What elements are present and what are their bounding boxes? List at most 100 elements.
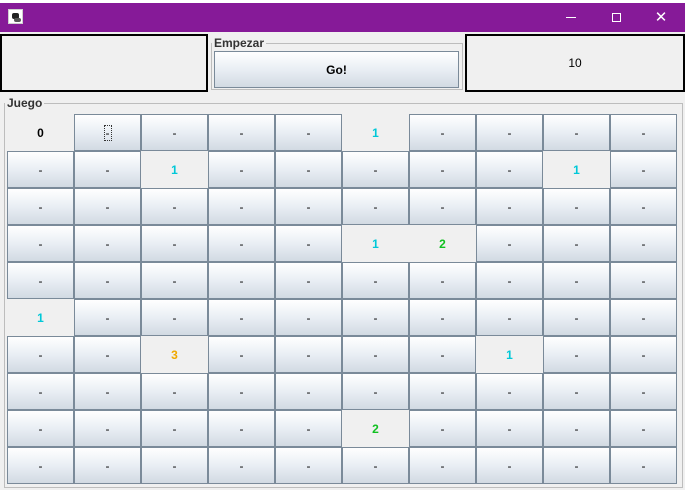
cell-button[interactable]: - [141,114,208,151]
cell-button[interactable]: - [543,447,610,484]
cell-button[interactable]: - [409,262,476,299]
cell-button[interactable]: - [275,225,342,262]
cell-button[interactable]: - [275,373,342,410]
cell-button[interactable]: - [7,188,74,225]
cell-button[interactable]: - [74,188,141,225]
cell-button[interactable]: - [208,336,275,373]
cell-button[interactable]: - [476,225,543,262]
cell-button[interactable]: - [74,373,141,410]
cell-button[interactable]: - [7,262,74,299]
cell-button[interactable]: - [275,299,342,336]
cell-button[interactable]: - [342,262,409,299]
cell-button[interactable]: - [141,225,208,262]
minimize-button[interactable] [548,3,594,32]
revealed-cell: 1 [7,299,74,336]
cell-button[interactable]: - [409,373,476,410]
cell-button[interactable]: - [342,336,409,373]
cell-button[interactable]: - [543,410,610,447]
cell-button[interactable]: - [7,447,74,484]
cell-button[interactable]: - [342,373,409,410]
cell-label: - [641,347,646,362]
cell-button[interactable]: - [543,373,610,410]
cell-button[interactable]: - [476,410,543,447]
cell-button[interactable]: - [543,114,610,151]
go-button[interactable]: Go! [214,51,459,88]
maximize-button[interactable] [593,3,639,32]
cell-button[interactable]: - [342,299,409,336]
cell-button[interactable]: - [7,373,74,410]
cell-button[interactable]: - [275,114,342,151]
cell-button[interactable]: - [610,225,677,262]
cell-button[interactable]: - [409,188,476,225]
cell-button[interactable]: - [208,262,275,299]
cell-button[interactable]: - [275,336,342,373]
cell-button[interactable]: - [543,225,610,262]
cell-button[interactable]: - [409,410,476,447]
cell-button[interactable]: - [610,262,677,299]
cell-button[interactable]: - [7,225,74,262]
cell-button[interactable]: - [7,336,74,373]
cell-button[interactable]: - [275,410,342,447]
cell-button[interactable]: - [476,262,543,299]
cell-button[interactable]: - [610,447,677,484]
cell-button[interactable]: - [610,188,677,225]
cell-button[interactable]: - [141,188,208,225]
cell-button[interactable]: - [610,410,677,447]
cell-button[interactable]: - [208,114,275,151]
cell-button[interactable]: - [275,151,342,188]
cell-button[interactable]: - [543,299,610,336]
cell-button[interactable]: - [141,373,208,410]
cell-label: - [306,347,311,362]
cell-button[interactable]: - [610,336,677,373]
cell-button[interactable]: - [208,151,275,188]
cell-button[interactable]: - [208,410,275,447]
cell-button[interactable]: - [74,336,141,373]
cell-button[interactable]: - [342,188,409,225]
cell-button[interactable]: - [409,336,476,373]
cell-button[interactable]: - [476,299,543,336]
cell-button[interactable]: - [7,151,74,188]
cell-button[interactable]: - [610,299,677,336]
cell-button[interactable]: - [409,151,476,188]
cell-button[interactable]: - [610,114,677,151]
cell-button[interactable]: - [74,410,141,447]
cell-button[interactable]: - [275,447,342,484]
cell-button[interactable]: - [141,410,208,447]
cell-button[interactable]: - [342,447,409,484]
cell-label: - [507,458,512,473]
cell-button[interactable]: - [208,447,275,484]
cell-button[interactable]: - [275,188,342,225]
cell-button[interactable]: - [543,188,610,225]
cell-button[interactable]: - [543,336,610,373]
cell-button[interactable]: - [409,114,476,151]
cell-button[interactable]: - [141,262,208,299]
cell-button[interactable]: - [7,410,74,447]
cell-button[interactable]: - [74,225,141,262]
cell-button[interactable]: - [409,447,476,484]
cell-button[interactable]: - [476,114,543,151]
cell-button[interactable]: - [476,188,543,225]
cell-button[interactable]: - [141,447,208,484]
revealed-cell: 2 [409,225,476,262]
cell-button[interactable]: - [208,225,275,262]
cell-button[interactable]: - [74,114,141,151]
cell-button[interactable]: - [610,373,677,410]
cell-button[interactable]: - [342,151,409,188]
cell-button[interactable]: - [141,299,208,336]
cell-button[interactable]: - [74,299,141,336]
cell-button[interactable]: - [74,262,141,299]
cell-button[interactable]: - [74,447,141,484]
close-button[interactable]: ✕ [638,3,684,32]
cell-button[interactable]: - [275,262,342,299]
cell-button[interactable]: - [208,188,275,225]
cell-button[interactable]: - [208,299,275,336]
cell-button[interactable]: - [610,151,677,188]
cell-button[interactable]: - [74,151,141,188]
cell-label: - [641,384,646,399]
cell-button[interactable]: - [409,299,476,336]
cell-button[interactable]: - [208,373,275,410]
cell-button[interactable]: - [476,373,543,410]
cell-button[interactable]: - [543,262,610,299]
cell-button[interactable]: - [476,151,543,188]
cell-button[interactable]: - [476,447,543,484]
